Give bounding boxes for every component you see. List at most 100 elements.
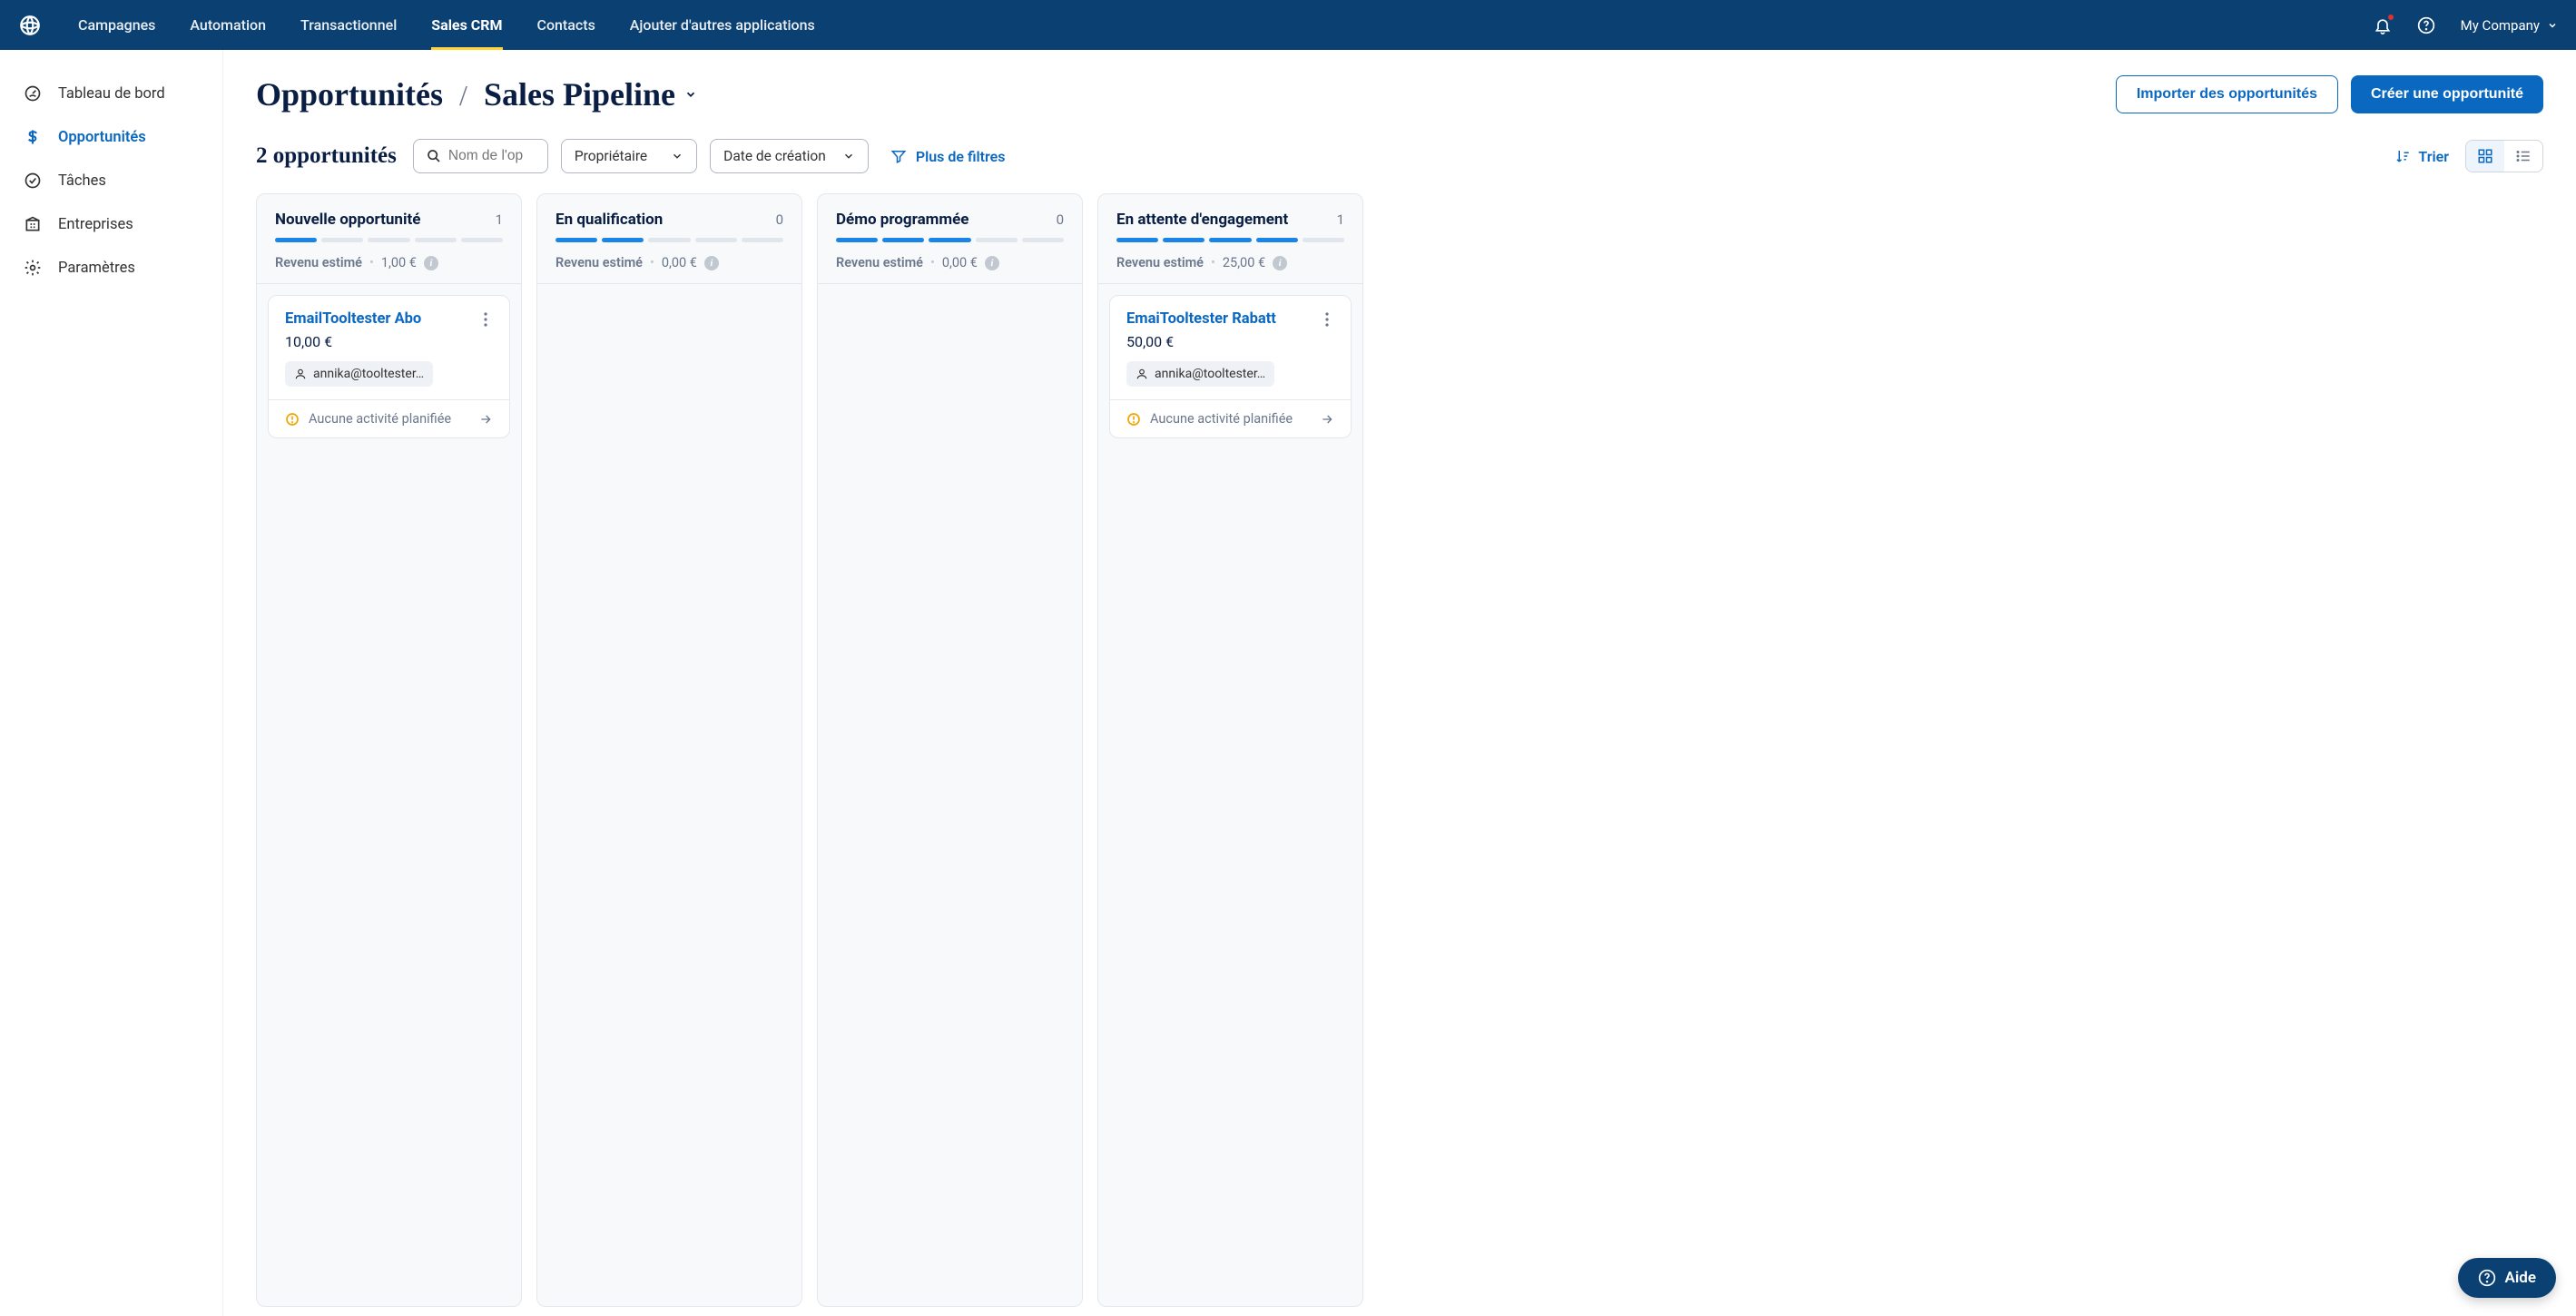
company-selector[interactable]: My Company	[2461, 17, 2558, 34]
sidebar-item-gear[interactable]: Paramètres	[0, 246, 222, 290]
topnav: Campagnes Automation Transactionnel Sales C…	[78, 0, 2374, 50]
gear-icon	[24, 259, 42, 277]
card-menu-button[interactable]	[478, 310, 493, 329]
column-header: En qualification0Revenu estimé•0,00 €i	[537, 194, 801, 284]
stage-progress	[836, 238, 1064, 242]
sidebar-item-label: Entreprises	[58, 216, 133, 233]
column-header: Démo programmée 0 Revenu estimé•0,00 €i	[818, 194, 1082, 284]
column-count: 1	[1337, 211, 1344, 228]
sort-button[interactable]: Trier	[2394, 148, 2449, 165]
topnav-item[interactable]: Automation	[190, 0, 266, 50]
chevron-down-icon	[671, 150, 683, 162]
help-icon[interactable]	[2417, 16, 2435, 34]
help-fab[interactable]: Aide	[2458, 1258, 2556, 1298]
revenue-value: 25,00 €	[1223, 255, 1265, 270]
info-icon[interactable]: i	[1273, 256, 1287, 270]
sidebar-item-label: Tâches	[58, 172, 106, 190]
person-icon	[1136, 368, 1148, 380]
arrow-right-icon	[478, 412, 493, 427]
column-title: En attente d'engagement	[1116, 211, 1288, 229]
opportunity-price: 50,00 €	[1126, 333, 1276, 350]
search-icon	[427, 149, 441, 163]
column-header: Nouvelle opportunité1Revenu estimé•1,00 …	[257, 194, 521, 284]
column-count: 0	[776, 211, 783, 228]
column-title: En qualification	[556, 211, 663, 229]
stage-progress	[1116, 238, 1344, 242]
pipeline-column: En qualification0Revenu estimé•0,00 €i	[536, 193, 802, 1307]
topnav-item[interactable]: Ajouter d'autres applications	[630, 0, 815, 50]
search-input[interactable]	[448, 148, 535, 164]
owner-filter[interactable]: Propriétaire	[561, 139, 697, 173]
column-count: 0	[1057, 211, 1064, 228]
warning-icon	[285, 412, 300, 427]
revenue-value: 0,00 €	[662, 255, 697, 270]
topnav-item[interactable]: Campagnes	[78, 0, 155, 50]
view-toggle	[2465, 140, 2543, 172]
search-input-wrap[interactable]	[413, 139, 548, 173]
opportunity-card[interactable]: EmailTooltester Abo 10,00 € annika@tooltes…	[268, 295, 510, 438]
topnav-item[interactable]: Transactionnel	[300, 0, 397, 50]
pipeline-column: Démo programmée 0 Revenu estimé•0,00 €i	[817, 193, 1083, 1307]
main-content: Opportunités / Sales Pipeline Importer d…	[223, 50, 2576, 1316]
sidebar-item-building[interactable]: Entreprises	[0, 202, 222, 246]
card-activity-row[interactable]: Aucune activité planifiée	[269, 399, 509, 437]
revenue-row: Revenu estimé•0,00 €i	[836, 255, 1064, 270]
breadcrumb: Opportunités / Sales Pipeline	[256, 75, 697, 113]
opportunity-price: 10,00 €	[285, 333, 421, 350]
sidebar-item-dashboard[interactable]: Tableau de bord	[0, 72, 222, 115]
chevron-down-icon	[2547, 20, 2558, 31]
kebab-icon	[1325, 312, 1329, 327]
info-icon[interactable]: i	[704, 256, 719, 270]
revenue-row: Revenu estimé•1,00 €i	[275, 255, 503, 270]
more-filters-button[interactable]: Plus de filtres	[890, 148, 1006, 165]
sidebar-item-label: Opportunités	[58, 129, 146, 146]
column-count: 1	[496, 211, 503, 228]
import-opportunities-button[interactable]: Importer des opportunités	[2116, 75, 2338, 113]
list-icon	[2515, 148, 2532, 164]
arrow-right-icon	[1320, 412, 1334, 427]
column-body	[537, 284, 801, 1306]
topnav-item[interactable]: Sales CRM	[431, 0, 502, 50]
person-icon	[294, 368, 307, 380]
list-view-button[interactable]	[2504, 141, 2542, 172]
stage-progress	[275, 238, 503, 242]
column-header: En attente d'engagement1Revenu estimé•25…	[1098, 194, 1362, 284]
topbar: Campagnes Automation Transactionnel Sales C…	[0, 0, 2576, 50]
pipeline-column: Nouvelle opportunité1Revenu estimé•1,00 …	[256, 193, 522, 1307]
sidebar-item-check-circle[interactable]: Tâches	[0, 159, 222, 202]
topnav-item[interactable]: Contacts	[537, 0, 595, 50]
company-label: My Company	[2461, 17, 2540, 34]
contact-chip[interactable]: annika@tooltester…	[1126, 361, 1274, 387]
card-menu-button[interactable]	[1320, 310, 1334, 329]
card-activity-row[interactable]: Aucune activité planifiée	[1110, 399, 1351, 437]
created-date-filter[interactable]: Date de création	[710, 139, 869, 173]
sidebar-item-label: Tableau de bord	[58, 85, 165, 103]
notifications-icon[interactable]	[2374, 16, 2392, 34]
column-title: Démo programmée	[836, 211, 968, 229]
opportunity-count: 2 opportunités	[256, 143, 397, 169]
kebab-icon	[484, 312, 487, 327]
opportunity-title[interactable]: EmaiTooltester Rabatt	[1126, 310, 1276, 328]
filter-icon	[890, 148, 907, 164]
create-opportunity-button[interactable]: Créer une opportunité	[2351, 75, 2543, 113]
info-icon[interactable]: i	[424, 256, 438, 270]
dashboard-icon	[24, 84, 42, 103]
pipeline-selector[interactable]: Sales Pipeline	[484, 75, 697, 113]
pipeline-column: En attente d'engagement1Revenu estimé•25…	[1097, 193, 1363, 1307]
sidebar: Tableau de bord Opportunités Tâches Entrepr…	[0, 50, 223, 1316]
kanban-view-button[interactable]	[2466, 141, 2504, 172]
chevron-down-icon	[684, 88, 697, 101]
revenue-row: Revenu estimé•25,00 €i	[1116, 255, 1344, 270]
app-logo[interactable]	[18, 14, 42, 37]
contact-chip[interactable]: annika@tooltester…	[285, 361, 433, 387]
column-body	[818, 284, 1082, 1306]
sidebar-item-label: Paramètres	[58, 260, 135, 277]
opportunity-title[interactable]: EmailTooltester Abo	[285, 310, 421, 328]
kanban-board: Nouvelle opportunité1Revenu estimé•1,00 …	[256, 193, 2543, 1316]
opportunity-card[interactable]: EmaiTooltester Rabatt 50,00 € annika@toolt…	[1109, 295, 1352, 438]
info-icon[interactable]: i	[985, 256, 999, 270]
stage-progress	[556, 238, 783, 242]
grid-icon	[2477, 148, 2493, 164]
column-body: EmailTooltester Abo 10,00 € annika@tooltes…	[257, 284, 521, 1306]
sidebar-item-currency[interactable]: Opportunités	[0, 115, 222, 159]
